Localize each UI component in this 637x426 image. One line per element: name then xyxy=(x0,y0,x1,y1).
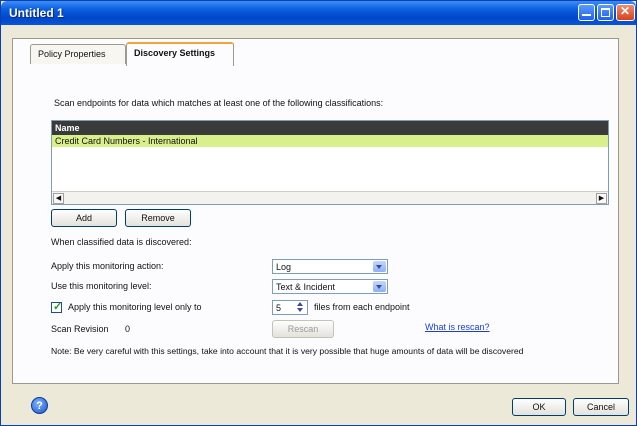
monitoring-level-value: Text & Incident xyxy=(276,282,336,292)
title-bar[interactable]: Untitled 1 ✕ xyxy=(1,1,636,25)
minimize-icon xyxy=(582,8,591,16)
monitoring-level-label: Use this monitoring level: xyxy=(51,281,152,291)
ok-button[interactable]: OK xyxy=(512,398,566,416)
list-item[interactable]: Credit Card Numbers - International xyxy=(52,135,608,147)
file-count-stepper[interactable]: 5 xyxy=(272,300,308,315)
discovered-label: When classified data is discovered: xyxy=(51,237,192,247)
scroll-right-icon[interactable]: ▶ xyxy=(596,193,607,204)
maximize-button[interactable] xyxy=(597,4,614,21)
close-button[interactable]: ✕ xyxy=(616,4,635,21)
scan-revision-label: Scan Revision xyxy=(51,324,109,334)
scroll-left-icon[interactable]: ◀ xyxy=(53,193,64,204)
minimize-button[interactable] xyxy=(578,4,595,21)
monitoring-action-select[interactable]: Log xyxy=(272,259,388,274)
monitoring-action-value: Log xyxy=(276,262,292,272)
spin-arrows-icon[interactable] xyxy=(294,302,306,313)
tab-discovery-settings[interactable]: Discovery Settings xyxy=(126,42,234,66)
horizontal-scrollbar[interactable]: ◀ ▶ xyxy=(52,191,608,204)
warning-note: Note: Be very careful with this settings… xyxy=(51,346,524,356)
file-count-value: 5 xyxy=(276,303,282,313)
maximize-icon xyxy=(601,8,610,17)
window-title: Untitled 1 xyxy=(9,6,64,20)
rescan-button[interactable]: Rescan xyxy=(272,320,334,338)
help-icon[interactable]: ? xyxy=(31,397,48,414)
close-icon: ✕ xyxy=(620,4,631,18)
classification-list[interactable]: Name Credit Card Numbers - International… xyxy=(51,120,609,205)
monitoring-level-select[interactable]: Text & Incident xyxy=(272,279,388,294)
scan-intro-text: Scan endpoints for data which matches at… xyxy=(54,98,384,108)
files-suffix-label: files from each endpoint xyxy=(314,302,410,312)
remove-button[interactable]: Remove xyxy=(125,209,191,227)
cancel-button[interactable]: Cancel xyxy=(573,398,629,416)
list-column-header[interactable]: Name xyxy=(52,121,608,135)
tab-label: Policy Properties xyxy=(38,49,106,59)
tab-label: Discovery Settings xyxy=(134,48,216,58)
tab-policy-properties[interactable]: Policy Properties xyxy=(30,44,126,64)
chevron-down-icon[interactable] xyxy=(373,261,386,272)
limit-files-label: Apply this monitoring level only to xyxy=(68,302,202,312)
what-is-rescan-link[interactable]: What is rescan? xyxy=(425,322,490,332)
scan-revision-value: 0 xyxy=(125,324,131,334)
limit-files-checkbox[interactable]: ✓ xyxy=(51,301,63,313)
chevron-down-icon[interactable] xyxy=(373,281,386,292)
monitoring-action-label: Apply this monitoring action: xyxy=(51,261,164,271)
add-button[interactable]: Add xyxy=(51,209,117,227)
check-icon: ✓ xyxy=(53,301,63,313)
